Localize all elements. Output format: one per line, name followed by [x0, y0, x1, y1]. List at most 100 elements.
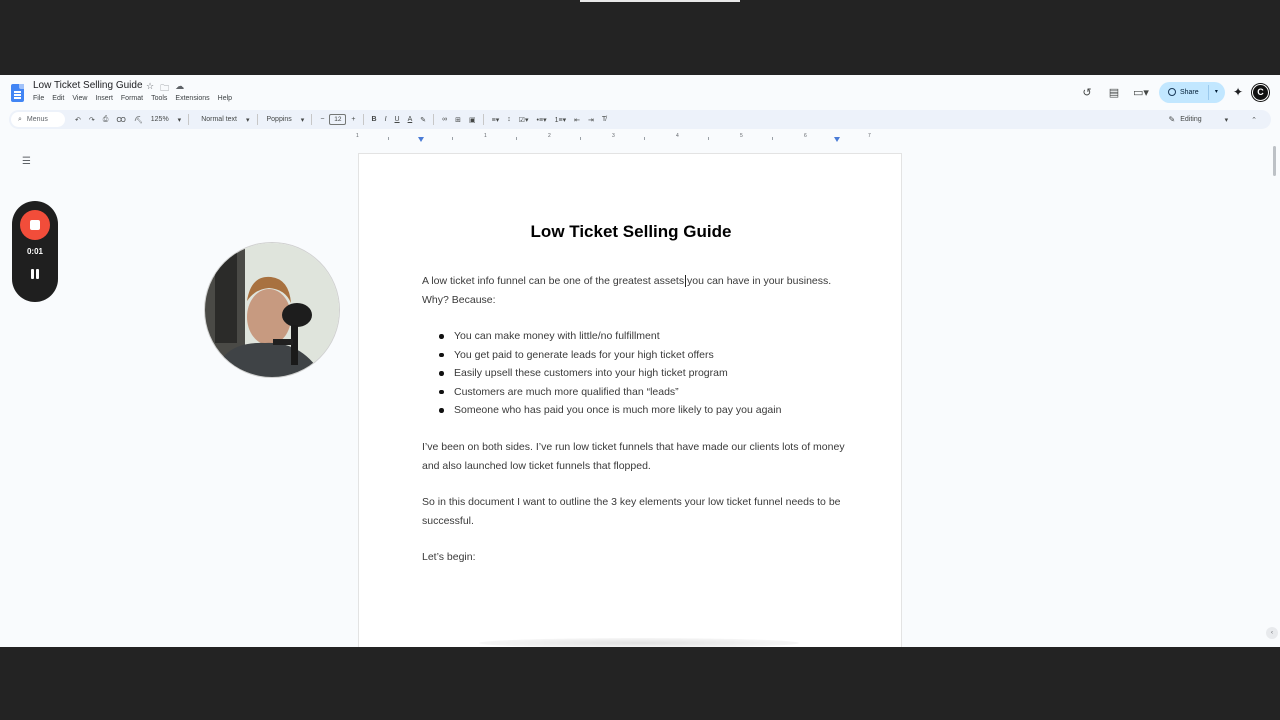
- share-divider: [1207, 84, 1209, 100]
- paragraph-style-value: Normal text: [201, 116, 237, 123]
- line-spacing-icon[interactable]: ↕: [507, 116, 511, 123]
- presenter-image: [205, 243, 339, 377]
- align-icon[interactable]: ≡▾: [492, 116, 500, 124]
- document-outline-icon[interactable]: ☰: [22, 156, 31, 167]
- toolbar-divider: [311, 114, 313, 125]
- zoom-value: 125%: [150, 116, 169, 123]
- undo-icon[interactable]: ↶: [75, 116, 81, 124]
- font-size-input[interactable]: 12: [329, 114, 347, 125]
- decrease-font-size-icon[interactable]: −: [320, 116, 324, 123]
- menu-file[interactable]: File: [33, 95, 44, 102]
- paint-format-icon[interactable]: ⛏: [134, 116, 143, 124]
- meet-camera-icon[interactable]: ▭▾: [1132, 83, 1150, 101]
- menu-format[interactable]: Format: [121, 95, 143, 102]
- highlight-icon[interactable]: ✎: [420, 116, 426, 124]
- gemini-sparkle-icon[interactable]: ✦: [1233, 85, 1243, 99]
- menu-edit[interactable]: Edit: [52, 95, 64, 102]
- docs-logo-icon[interactable]: [11, 84, 24, 102]
- formatting-toolbar: ⌕ Menus ↶ ↷ ⎙ Ꝏ ⛏ 125% ▾ Normal text ▾ P…: [9, 110, 1271, 129]
- ruler-tick: [772, 137, 773, 140]
- editing-mode-select[interactable]: ✎ Editing ▾ ⌃: [1169, 110, 1258, 129]
- experience-paragraph: I’ve been on both sides. I’ve run low ti…: [422, 441, 845, 472]
- menu-bar: File Edit View Insert Format Tools Exten…: [33, 95, 232, 102]
- share-label: Share: [1179, 88, 1199, 96]
- chevron-down-icon: ▾: [1224, 116, 1229, 124]
- screen-notch: [580, 0, 740, 2]
- checklist-icon[interactable]: ☑▾: [519, 116, 529, 124]
- document-page[interactable]: Low Ticket Selling Guide A low ticket in…: [358, 153, 902, 647]
- ruler-tick: [516, 137, 517, 140]
- document-heading: Low Ticket Selling Guide: [530, 222, 732, 241]
- explore-icon[interactable]: ‹: [1266, 627, 1278, 639]
- video-bottom-letterbox: [0, 647, 1280, 720]
- vertical-scrollbar[interactable]: [1273, 146, 1276, 176]
- ruler-label: 3: [612, 133, 615, 139]
- ruler-label: 5: [740, 133, 743, 139]
- toolbar-divider: [256, 114, 258, 125]
- right-indent-marker[interactable]: [834, 137, 840, 142]
- stop-recording-button[interactable]: [20, 210, 50, 240]
- print-icon[interactable]: ⎙: [103, 116, 109, 124]
- spellcheck-icon[interactable]: Ꝏ: [116, 116, 126, 124]
- paragraph-style-select[interactable]: Normal text ▾: [201, 116, 249, 124]
- decrease-indent-icon[interactable]: ⇤: [574, 116, 580, 124]
- video-top-letterbox: [0, 0, 1280, 75]
- screen-recorder-controls: 0:01: [12, 201, 58, 302]
- ruler-tick: [388, 137, 389, 140]
- left-indent-marker[interactable]: [418, 137, 424, 142]
- add-comment-icon[interactable]: ⊞: [455, 116, 461, 124]
- increase-font-size-icon[interactable]: +: [351, 116, 355, 123]
- numbered-list-icon[interactable]: 1≡▾: [555, 116, 567, 124]
- title-bar: Low Ticket Selling Guide ☆ 🗀 ☁ File Edit…: [0, 75, 1280, 109]
- ruler-tick: [580, 137, 581, 140]
- font-value: Poppins: [266, 116, 292, 123]
- search-menus[interactable]: ⌕ Menus: [11, 112, 65, 127]
- menu-insert[interactable]: Insert: [95, 95, 113, 102]
- redo-icon[interactable]: ↷: [89, 116, 95, 124]
- list-item: Customers are much more qualified than “…: [422, 383, 862, 402]
- editing-mode-value: Editing: [1180, 116, 1202, 123]
- text-cursor: [685, 275, 686, 287]
- collapse-toolbar-icon[interactable]: ⌃: [1251, 116, 1257, 124]
- ruler-tick: [644, 137, 645, 140]
- toolbar-divider: [188, 114, 190, 125]
- bold-icon[interactable]: B: [372, 116, 377, 123]
- bullet-list: You can make money with little/no fulfil…: [422, 327, 862, 420]
- insert-link-icon[interactable]: ∞: [442, 116, 447, 123]
- italic-icon[interactable]: I: [385, 116, 387, 123]
- chevron-down-icon[interactable]: ▾: [1215, 88, 1218, 95]
- search-menus-label: Menus: [26, 116, 48, 123]
- globe-icon: [1167, 88, 1176, 96]
- horizontal-ruler[interactable]: 1 1 2 3 4 5 6 7: [356, 131, 902, 142]
- chevron-down-icon: ▾: [245, 116, 250, 124]
- version-history-icon[interactable]: ↺: [1078, 83, 1096, 101]
- webcam-bubble[interactable]: [205, 243, 339, 377]
- menu-help[interactable]: Help: [218, 95, 232, 102]
- toolbar-divider: [433, 114, 435, 125]
- clear-formatting-icon[interactable]: T̸: [602, 116, 606, 123]
- toolbar-divider: [362, 114, 364, 125]
- account-avatar[interactable]: C: [1252, 83, 1269, 101]
- bulleted-list-icon[interactable]: •≡▾: [537, 116, 547, 124]
- header-right-tools: ↺ ▤ ▭▾ Share ▾ ✦ C: [1078, 80, 1280, 104]
- zoom-select[interactable]: 125% ▾: [151, 116, 181, 124]
- menu-view[interactable]: View: [72, 95, 87, 102]
- text-color-icon[interactable]: A: [408, 116, 413, 123]
- menu-extensions[interactable]: Extensions: [175, 95, 209, 102]
- list-item: Easily upsell these customers into your …: [422, 364, 862, 383]
- pause-icon[interactable]: [30, 269, 40, 279]
- ruler-label: 1: [356, 133, 359, 139]
- underline-icon[interactable]: U: [395, 116, 400, 123]
- increase-indent-icon[interactable]: ⇥: [588, 116, 594, 124]
- ruler-label: 4: [676, 133, 679, 139]
- google-docs-window: Low Ticket Selling Guide ☆ 🗀 ☁ File Edit…: [0, 75, 1280, 647]
- ruler-tick: [452, 137, 453, 140]
- insert-image-icon[interactable]: ▣: [469, 116, 476, 124]
- document-title[interactable]: Low Ticket Selling Guide: [33, 80, 143, 91]
- search-icon: ⌕: [18, 115, 22, 123]
- share-button[interactable]: Share ▾: [1158, 81, 1225, 103]
- comments-icon[interactable]: ▤: [1105, 83, 1123, 101]
- menu-tools[interactable]: Tools: [151, 95, 167, 102]
- font-select[interactable]: Poppins ▾: [267, 116, 305, 124]
- toolbar-divider: [482, 114, 484, 125]
